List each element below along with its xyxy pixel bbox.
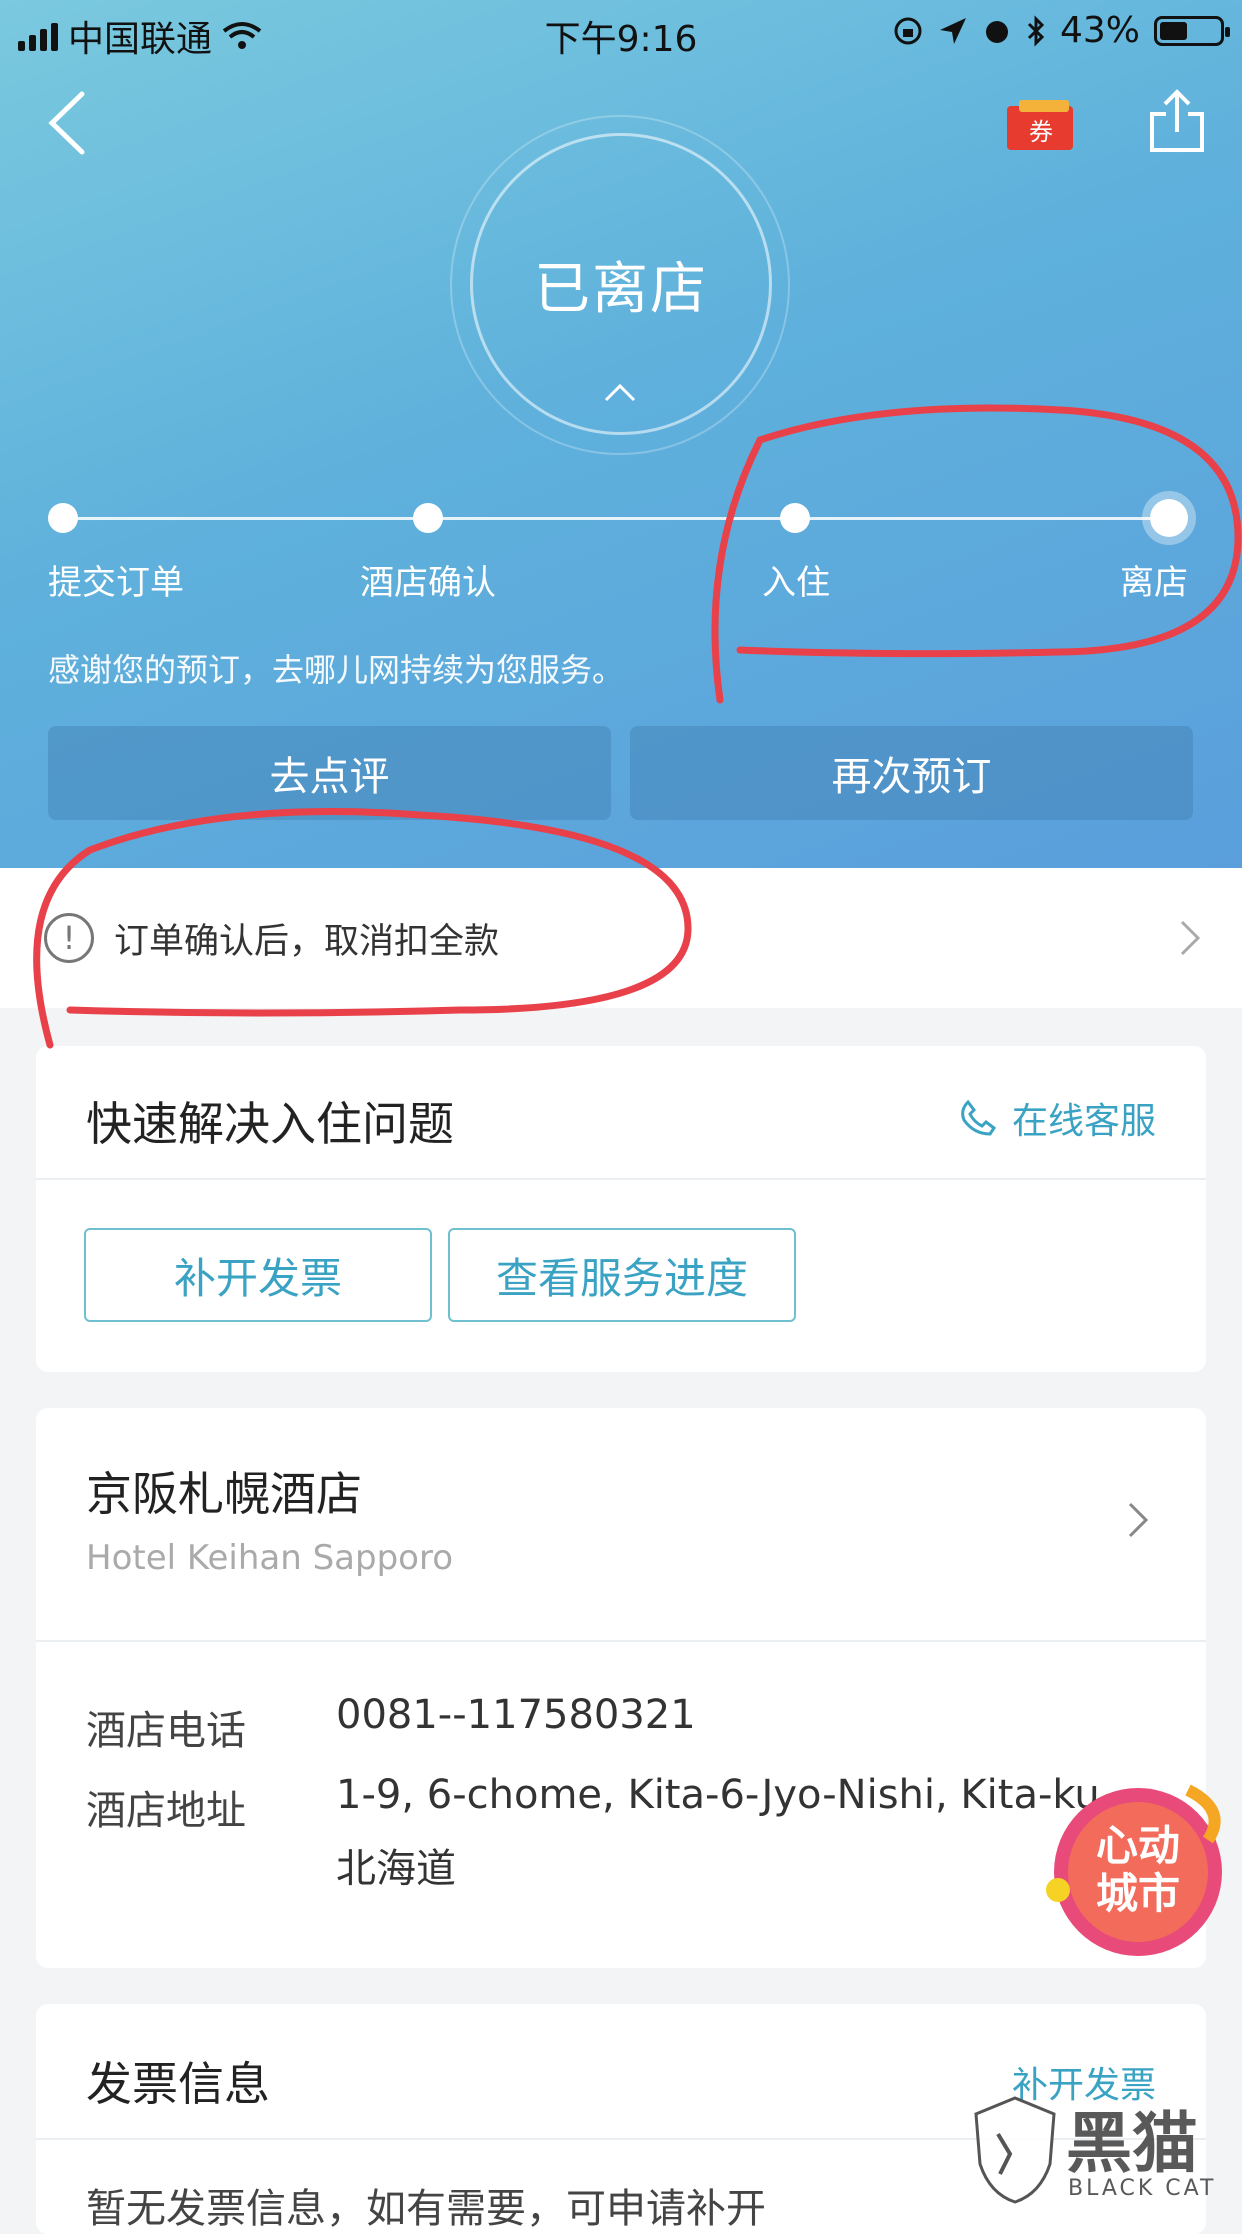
service-progress-button[interactable]: 查看服务进度 xyxy=(448,1228,796,1322)
chevron-right-icon xyxy=(1180,920,1201,956)
quick-help-title: 快速解决入住问题 xyxy=(86,1097,454,1151)
chevron-up-icon[interactable] xyxy=(600,380,640,404)
warning-icon: ! xyxy=(44,913,94,963)
phone-icon xyxy=(961,1099,997,1136)
online-service-link[interactable]: 在线客服 xyxy=(958,1092,1156,1144)
watermark-text-en: BLACK CAT xyxy=(1068,2176,1217,2201)
share-button[interactable] xyxy=(1148,88,1206,154)
divider xyxy=(36,1178,1206,1180)
rebook-button[interactable]: 再次预订 xyxy=(630,726,1193,820)
coupon-label: 券 xyxy=(1029,118,1053,146)
online-service-label: 在线客服 xyxy=(1011,1101,1156,1142)
promo-badge-label: 心动城市 xyxy=(1095,1821,1180,1918)
thanks-message: 感谢您的预订，去哪儿网持续为您服务。 xyxy=(48,651,625,689)
hotel-phone[interactable]: 0081--117580321 xyxy=(336,1692,696,1738)
invoice-empty-text: 暂无发票信息，如有需要，可申请补开 xyxy=(86,2186,766,2232)
hotel-card: 京阪札幌酒店 Hotel Keihan Sapporo 酒店电话 0081--1… xyxy=(36,1408,1206,1968)
promo-badge[interactable]: 心动城市 xyxy=(1038,1770,1238,1960)
watermark-text: 黑猫 xyxy=(1066,2105,1198,2182)
divider xyxy=(36,1640,1206,1642)
black-cat-watermark: 黑猫 BLACK CAT xyxy=(970,2090,1242,2208)
progress-dot xyxy=(48,503,78,533)
invoice-title: 发票信息 xyxy=(86,2057,270,2111)
order-status-header: 中国联通 下午9:16 43% 券 已离店 提交订单 酒店确认 入住 离店 感谢… xyxy=(0,0,1242,868)
notice-text: 订单确认后，取消扣全款 xyxy=(114,921,500,962)
cat-logo-icon xyxy=(974,2096,1056,2204)
alarm-icon xyxy=(985,20,1008,43)
quick-help-card: 快速解决入住问题 在线客服 补开发票 查看服务进度 xyxy=(36,1046,1206,1372)
progress-dot xyxy=(780,503,810,533)
hotel-address-line2: 北海道 xyxy=(336,1846,456,1892)
hotel-phone-label: 酒店电话 xyxy=(86,1708,246,1754)
progress-line xyxy=(428,517,794,520)
hotel-header[interactable]: 京阪札幌酒店 Hotel Keihan Sapporo xyxy=(36,1408,1206,1640)
review-button[interactable]: 去点评 xyxy=(48,726,611,820)
order-status-title: 已离店 xyxy=(534,256,708,322)
battery-icon xyxy=(1154,15,1230,46)
battery-percent: 43% xyxy=(1059,10,1140,51)
progress-dot-current xyxy=(1150,499,1188,537)
progress-line xyxy=(64,517,426,520)
progress-dot xyxy=(413,503,443,533)
step-label-confirm: 酒店确认 xyxy=(360,563,496,603)
chevron-right-icon xyxy=(1128,1502,1149,1538)
reissue-invoice-button[interactable]: 补开发票 xyxy=(84,1228,432,1322)
hotel-name-en: Hotel Keihan Sapporo xyxy=(86,1538,453,1578)
back-button[interactable] xyxy=(40,88,100,158)
coupon-icon[interactable]: 券 xyxy=(1005,98,1077,152)
status-bar: 中国联通 下午9:16 43% xyxy=(0,0,1242,62)
location-icon xyxy=(939,17,966,44)
progress-line xyxy=(796,517,1168,520)
rotation-lock-icon xyxy=(894,17,922,44)
hotel-address-label: 酒店地址 xyxy=(86,1788,246,1834)
step-label-submit: 提交订单 xyxy=(48,563,184,603)
step-label-checkout: 离店 xyxy=(1120,563,1188,603)
cancellation-notice[interactable]: ! 订单确认后，取消扣全款 xyxy=(0,868,1242,1008)
bluetooth-icon xyxy=(1027,14,1045,47)
hotel-name-cn: 京阪札幌酒店 xyxy=(86,1467,362,1521)
step-label-checkin: 入住 xyxy=(762,563,830,603)
